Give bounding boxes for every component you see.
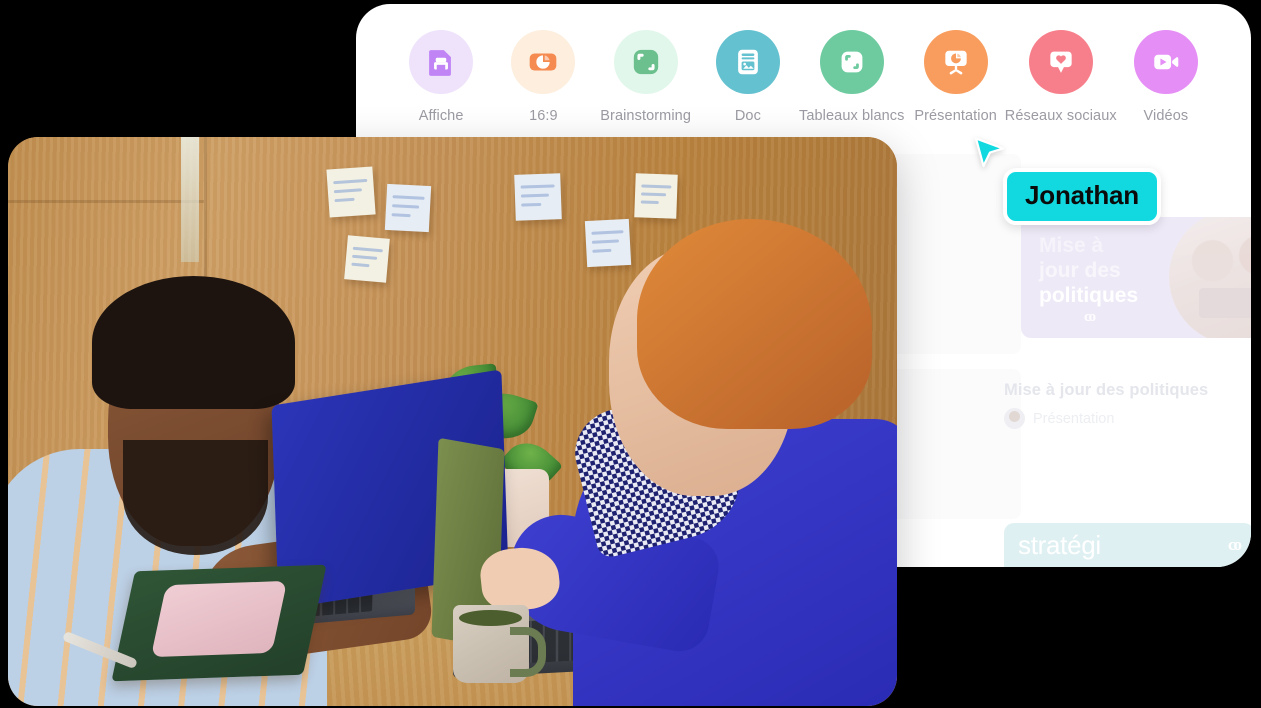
bottom-design-banner[interactable]: stratégi со (1004, 523, 1251, 567)
sticky-note (513, 173, 562, 221)
slide-chart-icon (511, 30, 576, 94)
template-label: Doc (734, 108, 761, 124)
template-label: Présentation (914, 108, 997, 124)
video-camera-icon (1133, 30, 1198, 94)
coffee-mug (452, 605, 546, 684)
template-item-16-9[interactable]: 16:9 (492, 30, 594, 124)
thumbnail-title-line3: politiques (1039, 284, 1139, 307)
wall-seam (8, 199, 204, 203)
template-label: Réseaux sociaux (1004, 108, 1117, 124)
poster-icon (409, 30, 474, 94)
template-item-doc[interactable]: Doc (697, 30, 799, 124)
brand-mark: со (1227, 535, 1242, 554)
template-item-presentation[interactable]: Présentation (905, 30, 1007, 124)
cursor-pointer-icon (974, 137, 1005, 168)
meeting-photo-card (8, 137, 897, 706)
template-label: Affiche (418, 108, 464, 124)
social-heart-icon (1028, 30, 1093, 94)
person-left-hair (91, 275, 296, 409)
sticky-note (384, 184, 431, 233)
sticky-note (326, 166, 376, 218)
design-thumbnail[interactable]: Mise à jour des politiques со (1021, 217, 1251, 338)
thumbnail-title-line1: Mise à (1039, 234, 1104, 257)
thumbnail-title-line2: jour des (1039, 259, 1121, 282)
template-item-brainstorming[interactable]: Brainstorming (595, 30, 697, 124)
screenshot-root: Mise à jour des politiques со Mise à jou… (0, 0, 1261, 708)
window-strip (181, 137, 200, 263)
person-right-hair (637, 218, 873, 429)
template-label: Tableaux blancs (799, 108, 905, 124)
thumbnail-title: Mise à jour des politiques (1039, 233, 1189, 308)
template-item-videos[interactable]: Vidéos (1115, 30, 1217, 124)
design-type: Présentation (1033, 410, 1115, 427)
whiteboard-icon (819, 30, 884, 94)
template-label: 16:9 (529, 108, 558, 124)
person-left-beard (123, 439, 268, 556)
template-label: Brainstorming (600, 108, 691, 124)
template-item-reseaux-sociaux[interactable]: Réseaux sociaux (1004, 30, 1117, 124)
pink-phone (150, 580, 288, 657)
template-category-strip: Affiche 16:9 Brainstorming Doc Tableaux … (356, 30, 1251, 124)
design-meta-row: Présentation (1004, 408, 1251, 429)
person-right (477, 218, 897, 706)
design-title: Mise à jour des politiques (1004, 381, 1209, 399)
brand-mark: со (1084, 309, 1096, 325)
document-image-icon (715, 30, 780, 94)
design-caption: Mise à jour des politiques Présentation (1004, 381, 1251, 429)
template-item-tableaux-blancs[interactable]: Tableaux blancs (799, 30, 905, 124)
banner-text: stratégi (1018, 530, 1101, 560)
collaborator-name-tag: Jonathan (1003, 168, 1161, 225)
avatar (1004, 408, 1025, 429)
template-label: Vidéos (1143, 108, 1189, 124)
expand-frame-icon (613, 30, 678, 94)
template-item-affiche[interactable]: Affiche (390, 30, 492, 124)
sticky-note (633, 173, 678, 219)
presentation-icon (923, 30, 988, 94)
